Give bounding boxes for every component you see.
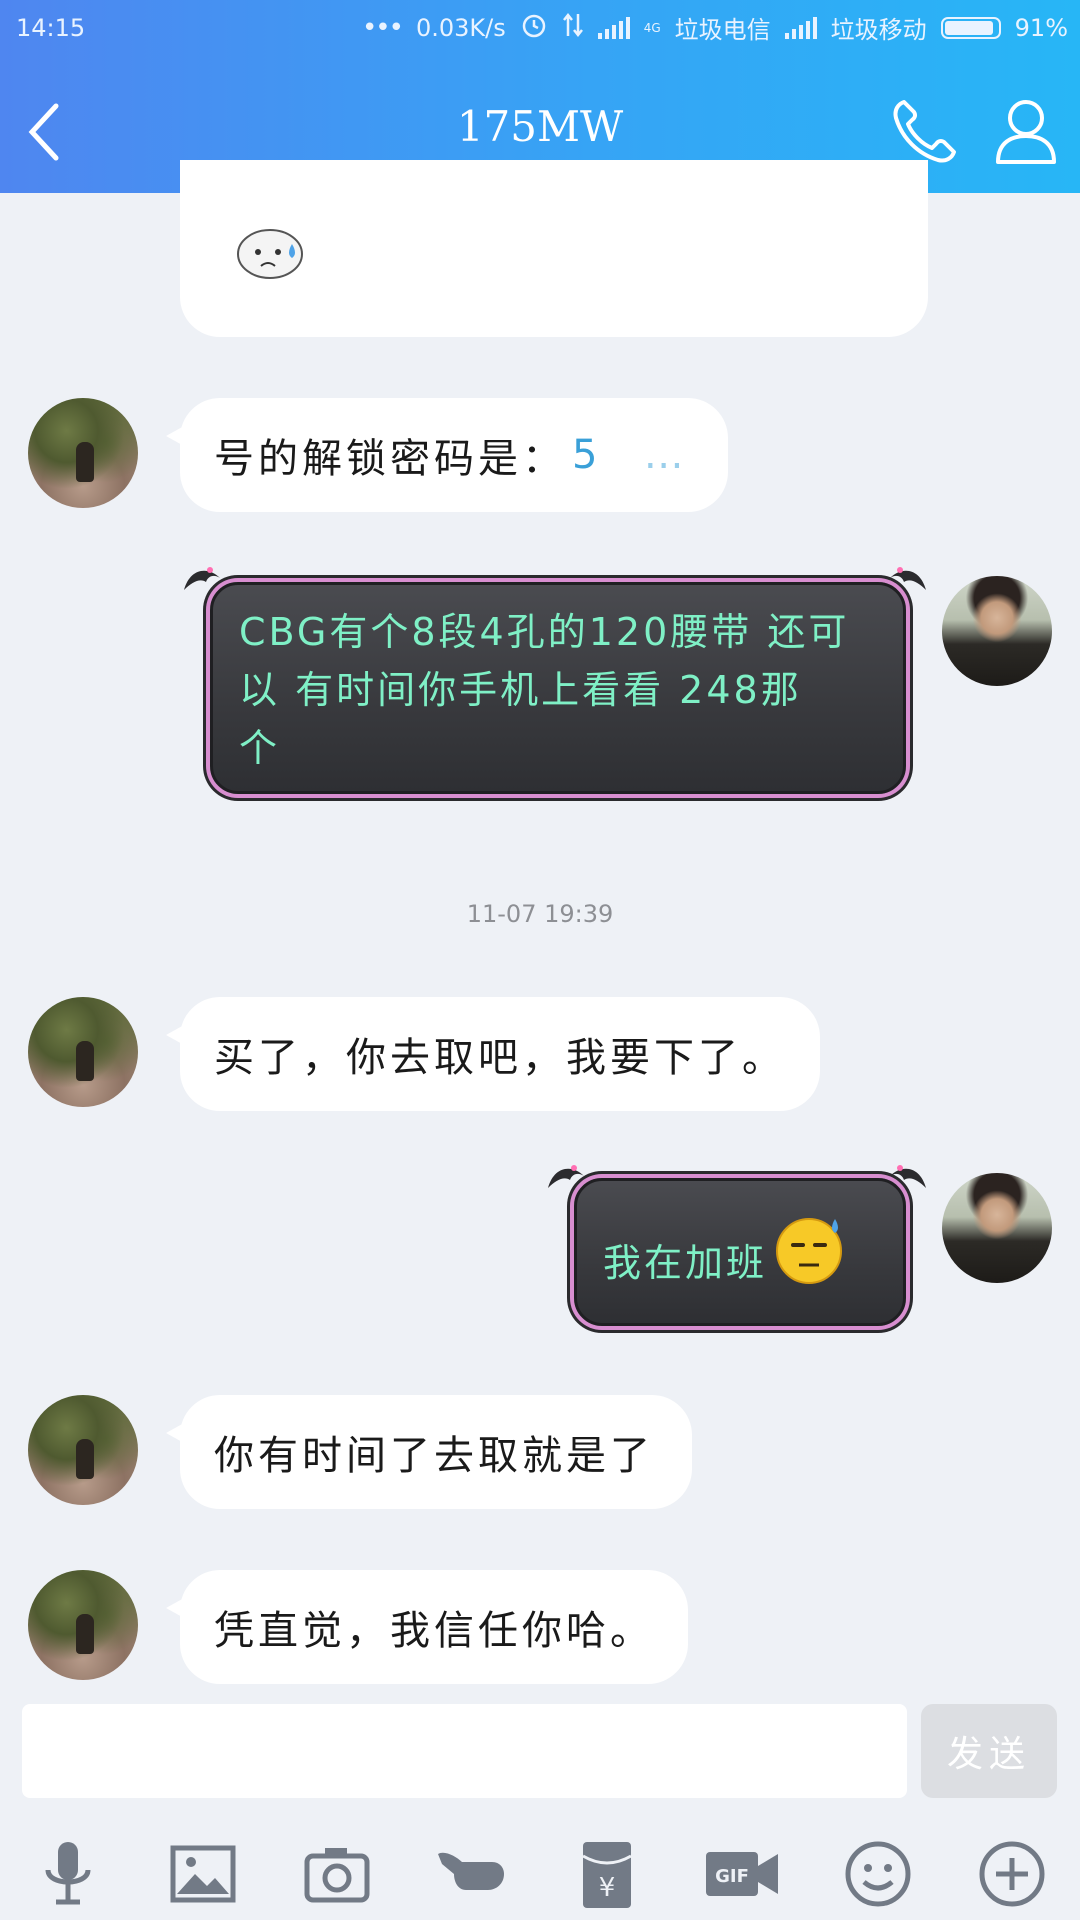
image-button[interactable] <box>163 1834 243 1914</box>
red-packet-icon: ¥ <box>582 1842 632 1908</box>
camera-icon <box>304 1848 370 1903</box>
red-packet-button[interactable]: ¥ <box>567 1834 647 1914</box>
svg-text:¥: ¥ <box>599 1873 616 1903</box>
message-text: 号的解锁密码是： <box>214 436 566 482</box>
message-bubble[interactable]: 凭直觉，我信任你哈。 <box>166 1570 688 1684</box>
status-right: ••• 0.03K/s 4G 垃圾电信 垃圾移动 91% <box>362 10 1068 45</box>
bat-wing-right-icon <box>890 567 926 590</box>
contact-avatar[interactable] <box>28 1570 138 1680</box>
person-icon <box>996 100 1056 164</box>
battery-icon <box>940 16 1001 39</box>
signal-2-icon <box>784 16 817 39</box>
status-bar: 14:15 ••• 0.03K/s 4G 垃圾电信 垃圾移动 91% <box>0 0 1080 56</box>
carrier-1: 垃圾电信 <box>674 16 771 44</box>
microphone-button[interactable] <box>28 1834 108 1914</box>
image-icon <box>170 1845 236 1903</box>
message-timestamp: 11-07 19:39 <box>466 900 614 928</box>
contact-avatar[interactable] <box>28 997 138 1107</box>
contact-avatar[interactable] <box>28 1395 138 1505</box>
message-text: 你有时间了去取就是了 <box>214 1433 654 1479</box>
message-line: CBG有个8段4孔的120腰带 还可 <box>239 610 850 654</box>
status-time: 14:15 <box>16 14 86 42</box>
message-bubble[interactable]: 买了，你去取吧，我要下了。 <box>166 997 820 1111</box>
my-avatar[interactable] <box>942 1173 1052 1283</box>
svg-text:GIF: GIF <box>715 1866 749 1887</box>
gif-button[interactable]: GIF <box>702 1834 782 1914</box>
emoji-button[interactable] <box>838 1834 918 1914</box>
profile-button[interactable] <box>986 90 1066 170</box>
message-bubble[interactable]: 号的解锁密码是： 5 … <box>166 398 728 512</box>
input-toolbar: ¥ GIF <box>0 1820 1080 1920</box>
message-line: 以 有时间你手机上看看 248那 <box>239 668 802 712</box>
message-text: 凭直觉，我信任你哈。 <box>214 1608 654 1654</box>
carrier-2: 垃圾移动 <box>830 16 927 44</box>
bat-wing-left-icon <box>184 567 220 590</box>
poke-button[interactable] <box>432 1834 512 1914</box>
signal-1-icon <box>597 16 630 39</box>
message-text: 买了，你去取吧，我要下了。 <box>214 1035 786 1081</box>
my-avatar[interactable] <box>942 576 1052 686</box>
net-speed: 0.03K/s <box>415 13 506 42</box>
more-dots-icon: ••• <box>361 12 404 43</box>
plus-icon <box>979 1841 1045 1907</box>
send-button[interactable]: 发送 <box>921 1704 1057 1798</box>
message-line: 个 <box>239 726 281 770</box>
microphone-icon <box>45 1842 91 1905</box>
message-text: 我在加班 <box>603 1241 768 1285</box>
poke-icon <box>438 1852 504 1890</box>
data-transfer-icon <box>562 12 584 44</box>
bat-wing-left-icon <box>548 1165 584 1188</box>
net-type: 4G <box>643 20 661 35</box>
message-input[interactable] <box>22 1704 907 1798</box>
sticker-message-card[interactable] <box>180 160 928 337</box>
sweat-emoji-icon <box>776 1218 843 1284</box>
message-bubble[interactable]: 你有时间了去取就是了 <box>166 1395 692 1509</box>
alarm-icon <box>520 11 548 45</box>
contact-avatar[interactable] <box>28 398 138 508</box>
emoji-icon <box>845 1841 911 1907</box>
battery-level: 91% <box>1014 13 1068 42</box>
gif-icon: GIF <box>706 1852 778 1896</box>
sad-sticker-icon <box>237 229 303 279</box>
message-bubble-fancy[interactable]: CBG有个8段4孔的120腰带 还可 以 有时间你手机上看看 248那 个 <box>210 582 906 794</box>
redacted-password: 5 … <box>572 432 686 478</box>
bat-wing-right-icon <box>890 1165 926 1188</box>
camera-button[interactable] <box>297 1834 377 1914</box>
message-bubble-fancy[interactable]: 我在加班 <box>574 1178 906 1326</box>
more-button[interactable] <box>972 1834 1052 1914</box>
